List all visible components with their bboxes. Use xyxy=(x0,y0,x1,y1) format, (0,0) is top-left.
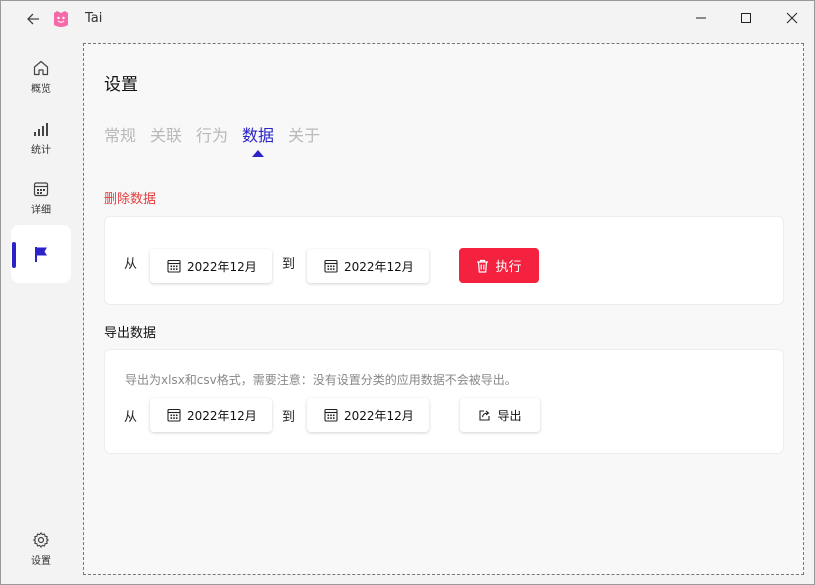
date-value: 2022年12月 xyxy=(187,259,257,274)
export-data-card: 导出为xlsx和csv格式，需要注意：没有设置分类的应用数据不会被导出。 从 2… xyxy=(104,349,784,454)
sidebar-item-label: 概览 xyxy=(31,84,51,95)
minimize-button[interactable] xyxy=(678,1,724,35)
gear-icon xyxy=(33,532,49,548)
flag-icon xyxy=(35,247,47,262)
trash-icon xyxy=(477,259,489,273)
tab-label: 数据 xyxy=(242,126,275,145)
delete-start-date-picker[interactable]: 2022年12月 xyxy=(150,249,272,283)
delete-section-title: 删除数据 xyxy=(104,192,157,207)
export-section-title: 导出数据 xyxy=(104,326,157,341)
close-button[interactable] xyxy=(769,1,815,35)
sidebar-item-statistics[interactable]: 统计 xyxy=(11,109,71,167)
from-label: 从 xyxy=(124,257,138,272)
active-indicator xyxy=(12,242,16,268)
calendar-icon xyxy=(324,259,338,273)
export-hint-text: 导出为xlsx和csv格式，需要注意：没有设置分类的应用数据不会被导出。 xyxy=(125,373,517,387)
button-label: 执行 xyxy=(495,260,522,275)
page-title: 设置 xyxy=(104,75,138,95)
export-start-date-picker[interactable]: 2022年12月 xyxy=(150,398,272,432)
sidebar-item-settings[interactable]: 设置 xyxy=(11,520,71,578)
main-panel: 设置 常规 关联 行为 数据 关于 删除数据 从 2022年12月 到 2022… xyxy=(83,43,804,575)
tab-data[interactable]: 数据 xyxy=(242,122,275,157)
tab-association[interactable]: 关联 xyxy=(150,122,182,146)
export-end-date-picker[interactable]: 2022年12月 xyxy=(307,398,429,432)
sidebar-item-label: 统计 xyxy=(31,145,51,156)
maximize-button[interactable] xyxy=(723,1,769,35)
home-icon xyxy=(33,60,49,76)
execute-delete-button[interactable]: 执行 xyxy=(459,248,539,283)
app-logo-icon xyxy=(52,9,70,29)
maximize-icon xyxy=(741,13,751,23)
sidebar-item-overview[interactable]: 概览 xyxy=(11,48,71,106)
calendar-icon xyxy=(33,182,49,197)
active-tab-caret xyxy=(252,150,265,157)
to-label: 到 xyxy=(282,410,296,425)
button-label: 导出 xyxy=(497,408,522,423)
sidebar-item-data[interactable] xyxy=(11,225,71,283)
to-label: 到 xyxy=(282,257,296,272)
back-button[interactable] xyxy=(23,9,45,29)
tab-about[interactable]: 关于 xyxy=(288,122,320,146)
bar-signal-icon xyxy=(34,123,48,136)
settings-tabs: 常规 关联 行为 数据 关于 xyxy=(104,122,320,157)
title-bar: Tai xyxy=(1,1,814,37)
calendar-icon xyxy=(324,408,338,422)
date-value: 2022年12月 xyxy=(344,259,414,274)
date-value: 2022年12月 xyxy=(344,408,414,423)
tab-behavior[interactable]: 行为 xyxy=(196,122,228,146)
sidebar-item-label: 详细 xyxy=(31,205,51,216)
delete-data-card: 从 2022年12月 到 2022年12月 执行 xyxy=(104,216,784,305)
app-title: Tai xyxy=(85,11,103,26)
from-label: 从 xyxy=(124,410,138,425)
sidebar-item-details[interactable]: 详细 xyxy=(11,169,71,227)
share-export-icon xyxy=(479,409,491,421)
export-button[interactable]: 导出 xyxy=(460,398,540,432)
calendar-icon xyxy=(167,259,181,273)
tab-general[interactable]: 常规 xyxy=(104,122,136,146)
calendar-icon xyxy=(167,408,181,422)
delete-end-date-picker[interactable]: 2022年12月 xyxy=(307,249,429,283)
arrow-left-icon xyxy=(27,13,39,25)
app-window: Tai 概览 统计 详细 设置 设置 常规 关联 行为 数据 关于 删除数据 从… xyxy=(0,0,815,585)
date-value: 2022年12月 xyxy=(187,408,257,423)
minimize-icon xyxy=(696,17,706,19)
sidebar-item-label: 设置 xyxy=(31,556,51,567)
close-icon xyxy=(786,12,798,24)
sidebar: 概览 统计 详细 设置 xyxy=(1,37,81,584)
